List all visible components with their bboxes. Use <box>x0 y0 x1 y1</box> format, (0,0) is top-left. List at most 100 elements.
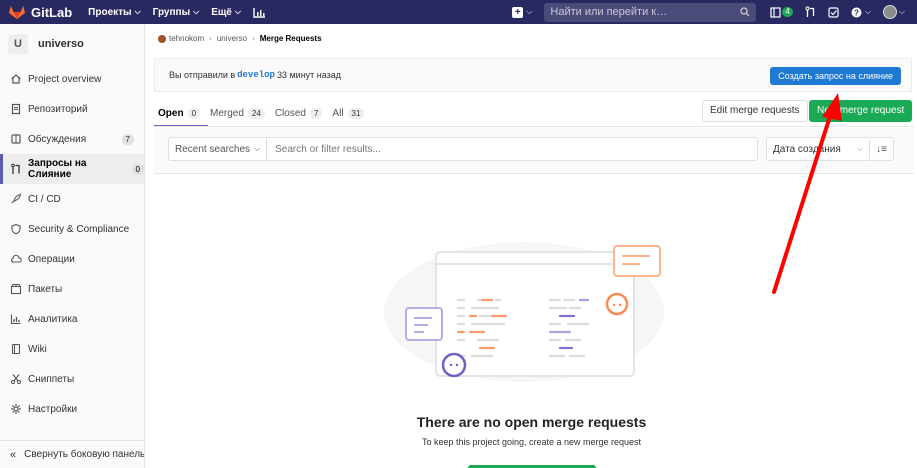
chevron-down-icon: ⌵ <box>898 7 905 16</box>
sort-label: Дата создания <box>773 143 841 155</box>
more-menu[interactable]: Ещё ⌵ <box>211 7 241 18</box>
sidebar-item-wiki[interactable]: Wiki <box>0 334 144 364</box>
tab-count-badge: 31 <box>347 107 365 119</box>
sidebar-item-label: Репозиторий <box>28 103 88 115</box>
chevron-down-icon: ⌵ <box>856 144 863 153</box>
sidebar-item-issues[interactable]: Обсуждения 7 <box>0 124 144 154</box>
help-menu[interactable]: ? ⌵ <box>851 7 871 18</box>
sidebar-item-ci-cd[interactable]: CI / CD <box>0 184 144 214</box>
project-header[interactable]: U universo <box>0 24 144 64</box>
alert-prefix: Вы отправили в <box>169 70 236 80</box>
sidebar-item-label: Запросы на Слияние <box>28 158 87 180</box>
search-icon <box>740 7 750 17</box>
merge-requests-count-badge: 0 <box>131 163 144 175</box>
chevron-down-icon: ⌵ <box>134 7 141 16</box>
chevron-down-icon: ⌵ <box>864 7 871 16</box>
filter-bar: Recent searches⌵ Дата создания ⌵ ↓≡ <box>154 128 914 174</box>
new-merge-request-button[interactable]: New merge request <box>809 100 913 122</box>
chart-icon <box>10 313 22 325</box>
collapse-sidebar-button[interactable]: « Свернуть боковую панель <box>0 440 144 468</box>
top-navbar: GitLab Проекты⌵ Группы⌵ Ещё⌵ +⌵ 4 ? ⌵ ⌵ <box>0 0 917 24</box>
sidebar-item-settings[interactable]: Настройки <box>0 394 144 424</box>
sidebar-item-label: CI / CD <box>28 193 61 205</box>
merge-requests-shortcut[interactable] <box>805 6 816 18</box>
sidebar-item-label: Пакеты <box>28 283 63 295</box>
tab-open[interactable]: Open 0 <box>153 100 209 127</box>
empty-state-title: There are no open merge requests <box>416 414 647 430</box>
gitlab-logo-icon[interactable] <box>8 4 26 20</box>
sidebar-item-snippets[interactable]: Сниппеты <box>0 364 144 394</box>
merge-request-icon <box>805 6 814 17</box>
group-avatar <box>158 34 166 43</box>
groups-menu[interactable]: Группы ⌵ <box>153 7 200 18</box>
breadcrumb-project[interactable]: universo <box>217 34 247 43</box>
edit-merge-requests-button[interactable]: Edit merge requests <box>702 100 808 122</box>
tab-label: Closed <box>274 107 306 119</box>
alert-time: 33 минут назад <box>276 70 342 80</box>
global-search[interactable] <box>544 2 757 22</box>
sort-direction-button[interactable]: ↓≡ <box>870 137 894 161</box>
push-alert: Вы отправили в develop 33 минут назад Со… <box>154 58 912 92</box>
tab-label: All <box>332 107 344 119</box>
new-item-dropdown[interactable]: + ⌵ <box>512 6 533 18</box>
activity-chart-icon[interactable] <box>253 7 266 18</box>
create-merge-request-button[interactable]: Создать запрос на слияние <box>770 67 901 85</box>
doc-icon <box>10 103 22 115</box>
sidebar-item-analytics[interactable]: Аналитика <box>0 304 144 334</box>
chevron-down-icon: ⌵ <box>254 144 261 153</box>
search-input[interactable] <box>550 6 741 18</box>
project-sidebar: U universo Project overview Репозиторий … <box>0 24 145 468</box>
sort-dropdown[interactable]: Дата создания ⌵ <box>766 137 870 161</box>
user-menu[interactable]: ⌵ <box>882 5 905 19</box>
recent-searches-dropdown[interactable]: Recent searches ⌵ <box>169 138 268 160</box>
sidebar-item-label: Project overview <box>28 73 102 85</box>
sidebar-item-security[interactable]: Security & Compliance <box>0 214 144 244</box>
sidebar-item-label: Сниппеты <box>28 373 75 385</box>
check-square-icon <box>828 6 839 18</box>
tab-merged[interactable]: Merged 24 <box>210 100 265 126</box>
chevron-down-icon: ⌵ <box>193 7 200 16</box>
tab-all[interactable]: All 31 <box>332 100 365 126</box>
sidebar-item-operations[interactable]: Операции <box>0 244 144 274</box>
breadcrumb: tehnokom › universo › Merge Requests <box>158 34 322 43</box>
svg-text:?: ? <box>854 8 859 17</box>
sidebar-item-label: Настройки <box>28 403 78 415</box>
help-icon: ? <box>851 7 862 17</box>
sidebar-item-repository[interactable]: Репозиторий <box>0 94 144 124</box>
more-menu-label: Ещё <box>211 6 232 18</box>
filter-input[interactable] <box>267 143 757 155</box>
sidebar-item-label: Wiki <box>28 343 47 355</box>
merge-request-icon <box>10 163 22 175</box>
double-chevron-left-icon: « <box>10 448 17 461</box>
projects-menu[interactable]: Проекты ⌵ <box>88 7 141 18</box>
branch-name[interactable]: develop <box>237 70 275 80</box>
state-tabs: Open 0 Merged 24 Closed 7 All 31 <box>153 100 374 127</box>
sidebar-item-packages[interactable]: Пакеты <box>0 274 144 304</box>
sidebar-item-overview[interactable]: Project overview <box>0 64 144 94</box>
todo-button[interactable]: 4 <box>770 6 793 18</box>
tab-count-badge: 0 <box>187 107 201 119</box>
sidebar-item-label: Аналитика <box>28 313 78 325</box>
brand-name[interactable]: GitLab <box>31 5 72 20</box>
tabs-divider <box>154 126 914 127</box>
sidebar-item-merge-requests[interactable]: Запросы на Слияние 0 <box>0 154 144 184</box>
tab-closed[interactable]: Closed 7 <box>275 100 323 126</box>
sidebar-toggle-icon <box>770 6 781 18</box>
book-icon <box>10 343 22 355</box>
breadcrumb-current[interactable]: Merge Requests <box>260 34 322 43</box>
tab-count-badge: 7 <box>309 107 323 119</box>
sidebar-item-label: Security & Compliance <box>28 223 130 235</box>
chevron-down-icon: ⌵ <box>234 7 241 16</box>
package-icon <box>10 283 22 295</box>
filtered-search: Recent searches ⌵ <box>168 137 758 161</box>
sidebar-item-label: Операции <box>28 253 75 265</box>
sidebar-item-label: Обсуждения <box>28 133 87 145</box>
avatar <box>882 5 897 19</box>
todo-count-badge: 4 <box>782 7 793 17</box>
issues-shortcut[interactable] <box>828 6 839 18</box>
chevron-down-icon: ⌵ <box>526 7 533 16</box>
issues-icon <box>10 133 22 145</box>
tab-label: Merged <box>210 107 244 119</box>
breadcrumb-group[interactable]: tehnokom <box>169 34 204 43</box>
projects-menu-label: Проекты <box>88 6 132 18</box>
